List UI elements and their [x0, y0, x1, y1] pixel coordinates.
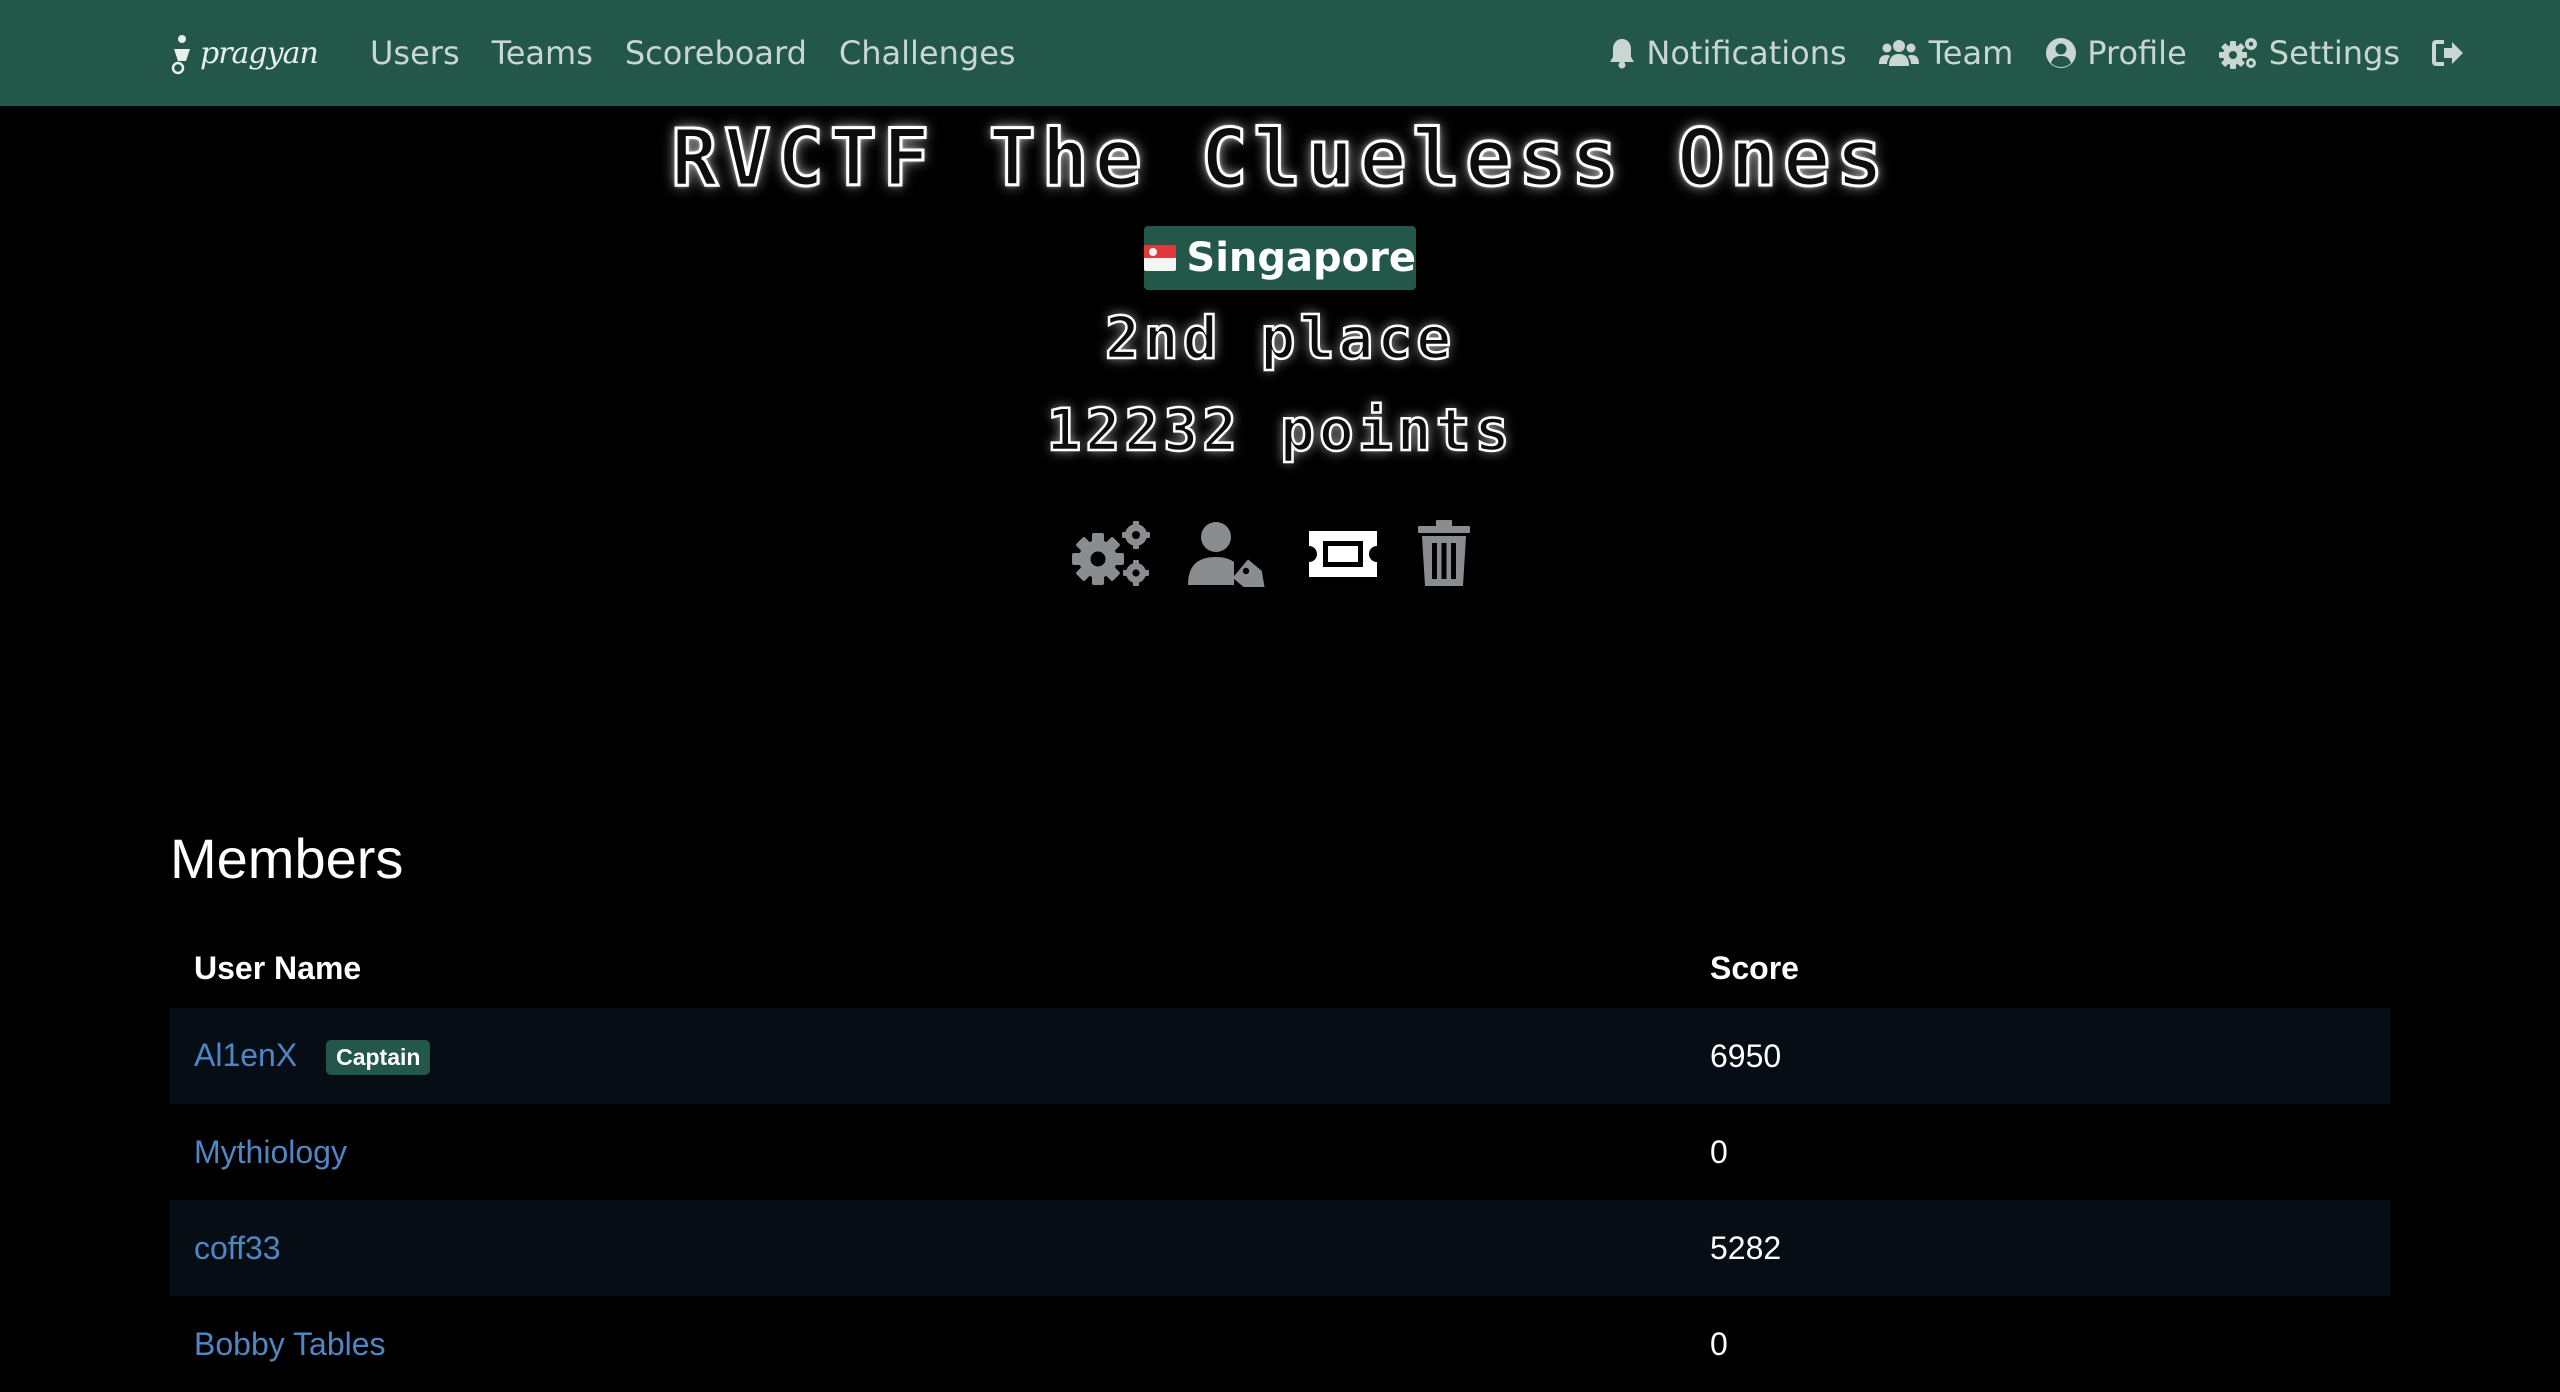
member-name-cell: Mythiology: [170, 1104, 1686, 1200]
sign-out-icon: [2432, 39, 2464, 67]
team-action-icons: [1070, 514, 1490, 594]
member-score: 5282: [1686, 1200, 2390, 1296]
country-badge: Singapore: [1144, 226, 1416, 290]
nav-team-link[interactable]: Team: [1878, 34, 2014, 72]
nav-profile-label: Profile: [2087, 34, 2187, 72]
member-link[interactable]: coff33: [194, 1230, 281, 1266]
member-score: 0: [1686, 1296, 2390, 1392]
members-title: Members: [170, 827, 404, 890]
member-name-cell: Al1enX Captain: [170, 1008, 1686, 1104]
table-row: Bobby Tables 0: [170, 1296, 2390, 1392]
column-header-user-name: User Name: [194, 949, 362, 986]
nav-left-links: Users Teams Scoreboard Challenges: [370, 0, 1048, 106]
bell-icon: [1608, 37, 1636, 69]
member-name-cell: coff33: [170, 1200, 1686, 1296]
member-link[interactable]: Mythiology: [194, 1134, 347, 1170]
nav-challenges-link[interactable]: Challenges: [839, 34, 1016, 72]
users-icon: [1878, 38, 1919, 68]
column-header-score: Score: [1710, 949, 1799, 986]
member-name-cell: Bobby Tables: [170, 1296, 1686, 1392]
user-tag-icon[interactable]: [1188, 521, 1272, 587]
team-points: 12232 points: [1045, 395, 1514, 466]
singapore-flag-icon: [1144, 245, 1177, 271]
cogs-icon: [2218, 36, 2259, 70]
member-score: 6950: [1686, 1008, 2390, 1104]
table-row: Al1enX Captain 6950: [170, 1008, 2390, 1104]
nav-profile-link[interactable]: Profile: [2045, 34, 2187, 72]
nav-right-links: Notifications Team Profile Settings: [1576, 0, 2464, 106]
user-circle-icon: [2045, 37, 2077, 69]
nav-notifications-link[interactable]: Notifications: [1608, 34, 1847, 72]
member-score: 0: [1686, 1104, 2390, 1200]
brand-logo[interactable]: pragyan: [168, 28, 326, 78]
logo-figure-icon: [171, 35, 190, 75]
nav-settings-link[interactable]: Settings: [2218, 34, 2400, 72]
table-header-row: User Name Score: [170, 928, 2390, 1008]
nav-notifications-label: Notifications: [1646, 34, 1847, 72]
captain-badge: Captain: [326, 1040, 431, 1076]
nav-settings-label: Settings: [2268, 34, 2400, 72]
brand-text: pragyan: [200, 35, 319, 71]
team-settings-cogs-icon[interactable]: [1070, 521, 1152, 587]
nav-teams-link[interactable]: Teams: [492, 34, 593, 72]
members-table: User Name Score Al1enX Captain 6950 Myth…: [170, 928, 2390, 1392]
country-name: Singapore: [1186, 235, 1416, 281]
team-name: RVCTF The Clueless Ones: [669, 113, 1890, 206]
nav-team-label: Team: [1928, 34, 2014, 72]
member-link[interactable]: Al1enX: [194, 1037, 297, 1073]
team-place: 2nd place: [1104, 303, 1456, 374]
trash-icon[interactable]: [1416, 520, 1472, 588]
member-link[interactable]: Bobby Tables: [194, 1326, 386, 1362]
logout-button[interactable]: [2432, 39, 2464, 67]
top-navbar: pragyan Users Teams Scoreboard Challenge…: [0, 0, 2560, 106]
nav-users-link[interactable]: Users: [370, 34, 460, 72]
nav-scoreboard-link[interactable]: Scoreboard: [625, 34, 807, 72]
table-row: Mythiology 0: [170, 1104, 2390, 1200]
table-row: coff33 5282: [170, 1200, 2390, 1296]
ticket-icon[interactable]: [1306, 529, 1380, 579]
